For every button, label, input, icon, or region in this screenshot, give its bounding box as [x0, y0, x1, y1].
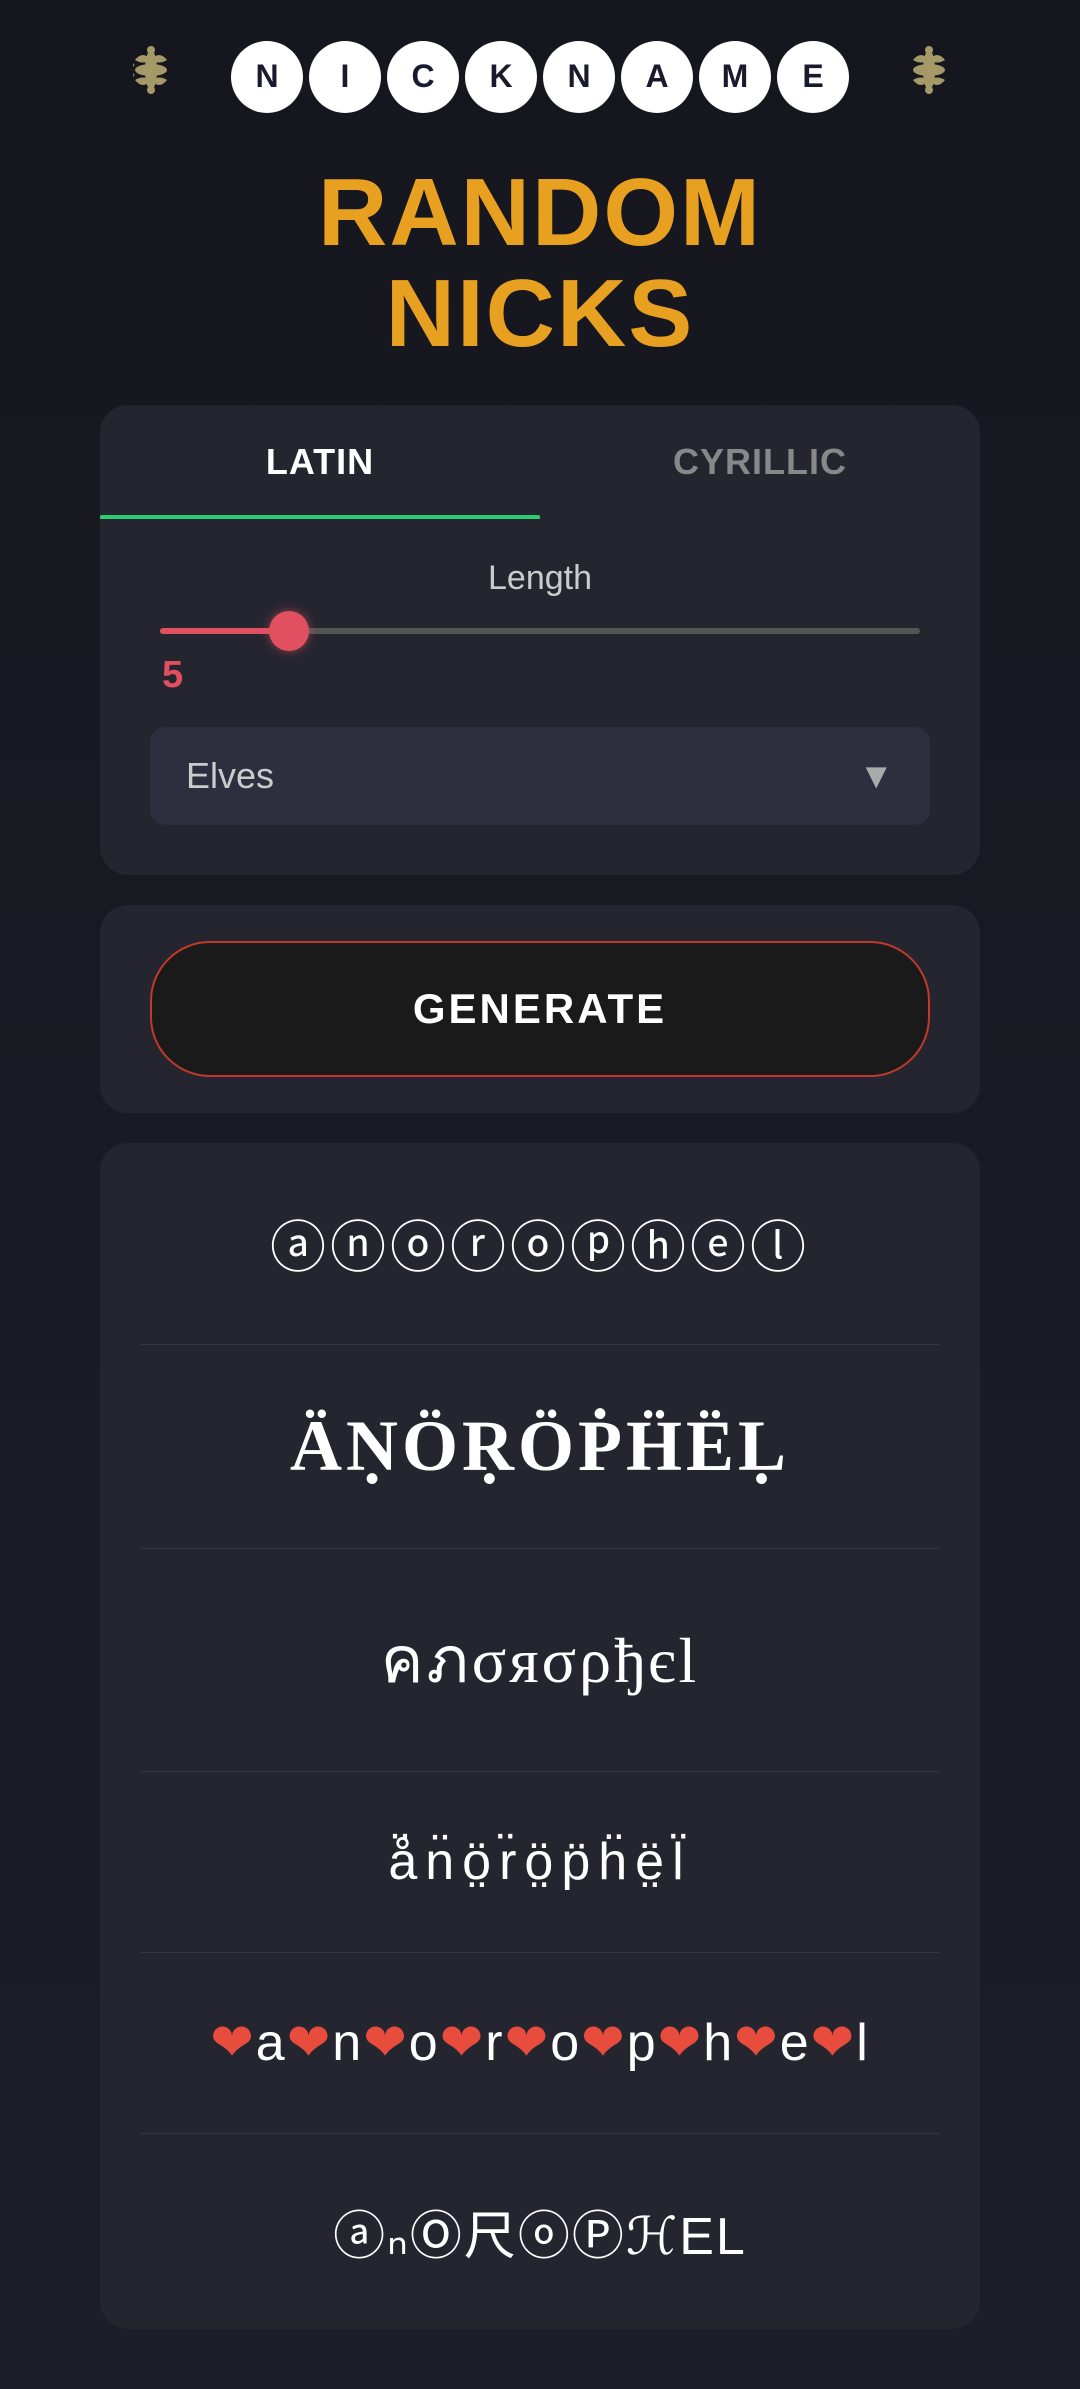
heart-icon-6: ❤	[581, 2014, 627, 2072]
app-container: N I C K N A M E	[0, 0, 1080, 2389]
header-logo: N I C K N A M E	[133, 30, 947, 123]
header: N I C K N A M E	[0, 0, 1080, 133]
generate-card: GENERATE	[100, 905, 980, 1113]
nick-circled-text: ⓐⓝⓞⓡⓞⓟⓗⓔⓛ	[140, 1203, 940, 1284]
title-section: RANDOM NICKS	[318, 133, 762, 405]
tab-latin[interactable]: LATIN	[100, 405, 540, 519]
slider-container[interactable]	[150, 628, 930, 634]
nick-variant-circled[interactable]: ⓐⓝⓞⓡⓞⓟⓗⓔⓛ	[140, 1193, 940, 1294]
heart-icon-5: ❤	[505, 2014, 551, 2072]
divider-4	[140, 1952, 940, 1953]
heart-icon-8: ❤	[734, 2014, 780, 2072]
nick-letter-a: A	[621, 41, 693, 113]
title-line2: NICKS	[318, 264, 762, 365]
slider-value: 5	[162, 654, 930, 697]
nick-variant-mixed[interactable]: ⓐₙⓄ尺ⓞⓅℋEL	[140, 2184, 940, 2279]
heart-icon-3: ❤	[363, 2014, 409, 2072]
deco-left-icon	[133, 30, 223, 123]
divider-1	[140, 1344, 940, 1345]
nick-letter-n: N	[231, 41, 303, 113]
dropdown-label: Elves	[186, 755, 274, 797]
tab-cyrillic[interactable]: CYRILLIC	[540, 405, 980, 519]
nick-combining-text: å̈n̈ö̤r̈ö̤p̈ḧë̤l̈	[140, 1832, 940, 1892]
settings-area: Length 5 Elves ▼	[100, 519, 980, 875]
heart-icon-4: ❤	[440, 2014, 486, 2072]
slider-thumb[interactable]	[269, 611, 309, 651]
divider-3	[140, 1771, 940, 1772]
nick-hearts-text: ❤a❤n❤o❤r❤o❤p❤h❤e❤l	[140, 2013, 940, 2073]
generate-button[interactable]: GENERATE	[150, 941, 930, 1077]
nick-letters: N I C K N A M E	[231, 41, 849, 113]
divider-2	[140, 1548, 940, 1549]
nick-medieval-text: คภσяσρђєl	[140, 1609, 940, 1711]
tab-card: LATIN CYRILLIC Length 5 Elves ▼	[100, 405, 980, 875]
slider-track[interactable]	[160, 628, 920, 634]
nick-letter-n2: N	[543, 41, 615, 113]
nick-letter-k: K	[465, 41, 537, 113]
title-line1: RANDOM	[318, 163, 762, 264]
main-title: RANDOM NICKS	[318, 163, 762, 365]
nick-mixed-text: ⓐₙⓄ尺ⓞⓅℋEL	[140, 2194, 940, 2269]
heart-icon-2: ❤	[287, 2014, 333, 2072]
length-label: Length	[150, 559, 930, 598]
results-card: ⓐⓝⓞⓡⓞⓟⓗⓔⓛ ÄṆÖṚÖṖḦËḶ คภσяσρђєl å̈n̈ö̤r̈ö̤…	[100, 1143, 980, 2329]
nick-variant-diacritic[interactable]: ÄṆÖṚÖṖḦËḶ	[140, 1395, 940, 1498]
heart-icon-9: ❤	[811, 2014, 857, 2072]
heart-icon-7: ❤	[658, 2014, 704, 2072]
dropdown-arrow-icon: ▼	[858, 755, 894, 797]
nick-diacritic-text: ÄṆÖṚÖṖḦËḶ	[140, 1405, 940, 1488]
nick-letter-c: C	[387, 41, 459, 113]
divider-5	[140, 2133, 940, 2134]
nick-letter-i: I	[309, 41, 381, 113]
dropdown-container[interactable]: Elves ▼	[150, 727, 930, 825]
nick-variant-combining[interactable]: å̈n̈ö̤r̈ö̤p̈ḧë̤l̈	[140, 1822, 940, 1902]
nick-letter-e: E	[777, 41, 849, 113]
deco-right-icon	[857, 30, 947, 123]
nick-variant-medieval[interactable]: คภσяσρђєl	[140, 1599, 940, 1721]
tab-row: LATIN CYRILLIC	[100, 405, 980, 519]
nick-variant-hearts[interactable]: ❤a❤n❤o❤r❤o❤p❤h❤e❤l	[140, 2003, 940, 2083]
heart-icon-1: ❤	[210, 2014, 256, 2072]
nick-letter-m: M	[699, 41, 771, 113]
